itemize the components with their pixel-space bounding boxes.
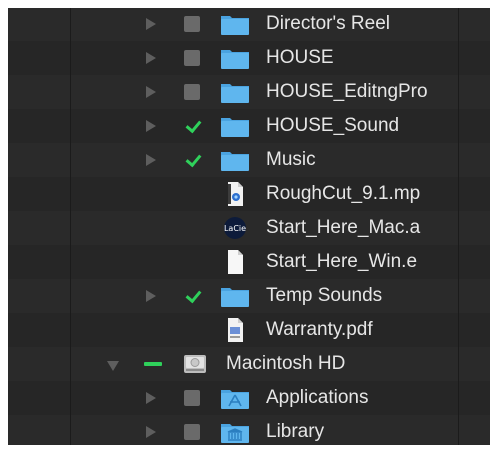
item-label: Music bbox=[266, 150, 316, 170]
video-file-icon bbox=[220, 182, 250, 206]
item-label: RoughCut_9.1.mp bbox=[266, 184, 421, 204]
column-divider bbox=[70, 8, 71, 445]
tree-row-music[interactable]: Music bbox=[8, 143, 490, 177]
item-label: HOUSE_Sound bbox=[266, 116, 400, 136]
folder-icon bbox=[220, 12, 250, 36]
tree-row-applications[interactable]: Applications bbox=[8, 381, 490, 415]
backup-checkbox[interactable] bbox=[184, 424, 200, 440]
item-label: HOUSE_EditngPro bbox=[266, 82, 428, 102]
backup-checkbox-mixed[interactable] bbox=[144, 356, 162, 372]
backup-checkbox[interactable] bbox=[184, 16, 200, 32]
backup-checkbox-checked[interactable] bbox=[184, 118, 200, 134]
tree-row-house-editngpro[interactable]: HOUSE_EditngPro bbox=[8, 75, 490, 109]
disclosure-triangle-icon[interactable] bbox=[146, 290, 156, 302]
disclosure-triangle-icon[interactable] bbox=[146, 52, 156, 64]
tree-row-house-sound[interactable]: HOUSE_Sound bbox=[8, 109, 490, 143]
item-label: HOUSE bbox=[266, 48, 334, 68]
library-folder-icon bbox=[220, 420, 250, 444]
disclosure-triangle-icon[interactable] bbox=[146, 18, 156, 30]
column-divider bbox=[458, 8, 459, 445]
backup-checkbox-checked[interactable] bbox=[184, 288, 200, 304]
folder-icon bbox=[220, 148, 250, 172]
backup-checkbox[interactable] bbox=[184, 390, 200, 406]
disclosure-triangle-icon[interactable] bbox=[146, 426, 156, 438]
file-browser-panel: Director's Reel HOUSE HOUSE_EditngPro HO… bbox=[8, 8, 490, 445]
tree-row-house[interactable]: HOUSE bbox=[8, 41, 490, 75]
item-label: Director's Reel bbox=[266, 14, 390, 34]
document-file-icon bbox=[220, 250, 250, 274]
item-label: Temp Sounds bbox=[266, 286, 383, 306]
disclosure-triangle-icon[interactable] bbox=[146, 86, 156, 98]
tree-row-directors-reel[interactable]: Director's Reel bbox=[8, 8, 490, 41]
hard-disk-icon bbox=[180, 352, 210, 376]
disclosure-triangle-icon[interactable] bbox=[146, 392, 156, 404]
folder-icon bbox=[220, 46, 250, 70]
applications-folder-icon bbox=[220, 386, 250, 410]
backup-checkbox[interactable] bbox=[184, 84, 200, 100]
tree-row-temp-sounds[interactable]: Temp Sounds bbox=[8, 279, 490, 313]
item-label: Start_Here_Win.e bbox=[266, 252, 418, 272]
folder-icon bbox=[220, 114, 250, 138]
folder-icon bbox=[220, 284, 250, 308]
tree-row-macintosh-hd[interactable]: Macintosh HD bbox=[8, 347, 490, 381]
item-label: Macintosh HD bbox=[226, 354, 346, 374]
tree-row-start-here-mac[interactable]: LaCie Start_Here_Mac.a bbox=[8, 211, 490, 245]
tree-row-warranty[interactable]: Warranty.pdf bbox=[8, 313, 490, 347]
disclosure-triangle-open-icon[interactable] bbox=[107, 361, 119, 371]
lacie-app-icon: LaCie bbox=[220, 216, 250, 240]
item-label: Applications bbox=[266, 388, 369, 408]
item-label: Start_Here_Mac.a bbox=[266, 218, 421, 238]
tree-row-library[interactable]: Library bbox=[8, 415, 490, 445]
tree-row-start-here-win[interactable]: Start_Here_Win.e bbox=[8, 245, 490, 279]
backup-checkbox-checked[interactable] bbox=[184, 152, 200, 168]
backup-checkbox[interactable] bbox=[184, 50, 200, 66]
tree-row-roughcut[interactable]: RoughCut_9.1.mp bbox=[8, 177, 490, 211]
item-label: Library bbox=[266, 422, 325, 442]
disclosure-triangle-icon[interactable] bbox=[146, 120, 156, 132]
disclosure-triangle-icon[interactable] bbox=[146, 154, 156, 166]
item-label: Warranty.pdf bbox=[266, 320, 373, 340]
pdf-file-icon bbox=[220, 318, 250, 342]
svg-text:LaCie: LaCie bbox=[224, 224, 246, 233]
folder-icon bbox=[220, 80, 250, 104]
